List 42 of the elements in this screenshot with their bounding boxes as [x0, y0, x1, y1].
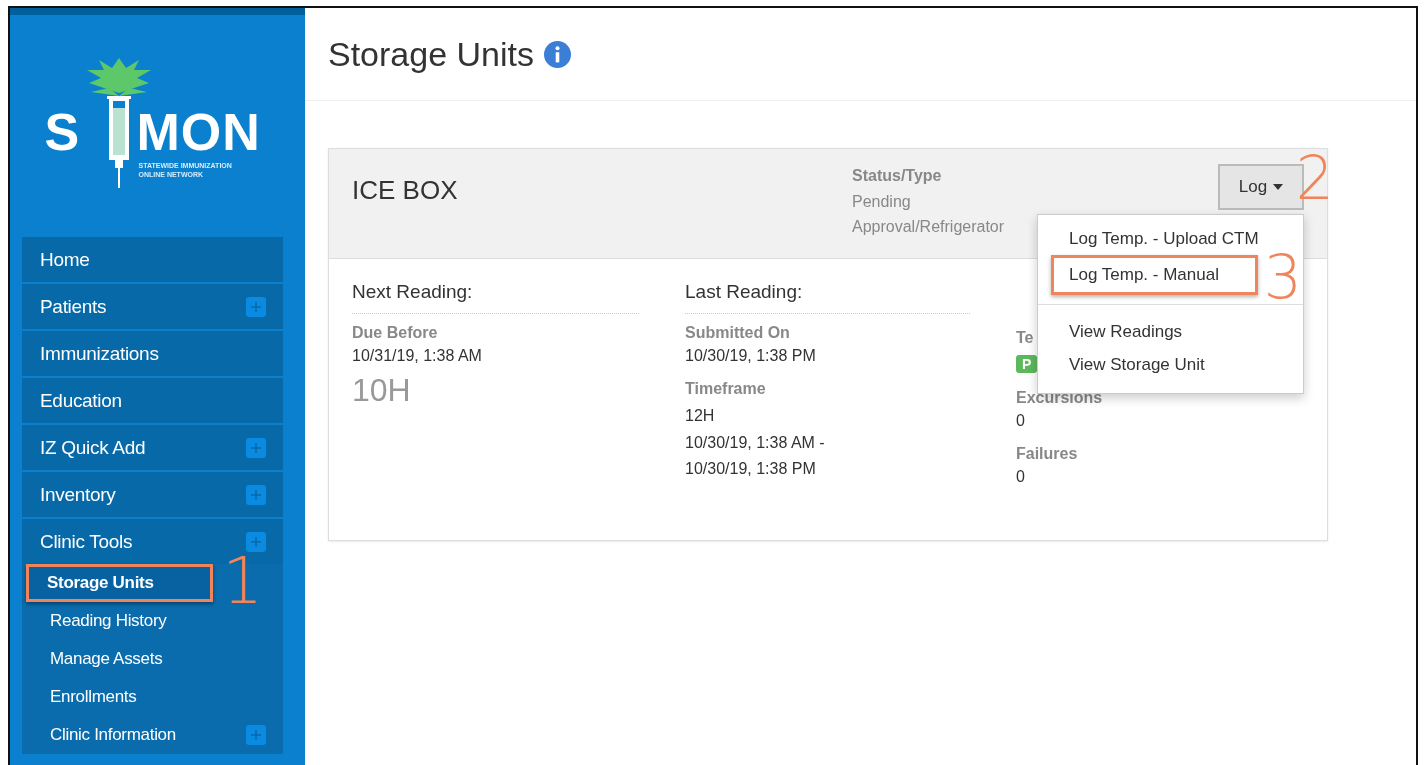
- plus-icon[interactable]: [246, 296, 266, 317]
- logo-text: S: [44, 106, 81, 158]
- plus-icon[interactable]: [246, 725, 266, 745]
- field-value: 10/30/19, 1:38 AM -: [685, 433, 826, 453]
- nav-subitem[interactable]: Clinic Information: [22, 716, 283, 754]
- nav-item[interactable]: Education: [22, 378, 283, 425]
- field-value: 10/30/19, 1:38 PM: [685, 346, 817, 366]
- field-value: 12H: [685, 406, 716, 426]
- info-icon[interactable]: [544, 40, 571, 68]
- nav-subitem[interactable]: Manage Assets: [22, 640, 283, 678]
- nav-subitem[interactable]: Storage Units: [26, 564, 213, 602]
- field-value: 0: [1016, 467, 1026, 487]
- field-label: Excursions: [1016, 389, 1103, 407]
- caret-icon: [1273, 184, 1284, 190]
- logo-text: MON: [136, 106, 261, 158]
- annotation-number: 3: [1263, 247, 1302, 307]
- nav-item[interactable]: IZ Quick Add: [22, 425, 283, 472]
- field-value: 10/30/19, 1:38 PM: [685, 459, 817, 479]
- plus-icon[interactable]: [246, 484, 266, 505]
- section-heading: Next Reading:: [352, 281, 639, 314]
- remaining-time: 10H: [352, 372, 412, 409]
- page-title: Storage Units: [328, 34, 534, 74]
- field-label: Submitted On: [685, 324, 790, 342]
- field-label: Te: [1016, 329, 1034, 347]
- nav-item[interactable]: Patients: [22, 284, 283, 331]
- field-value: 0: [1016, 411, 1026, 431]
- nav-item[interactable]: Immunizations: [22, 331, 283, 378]
- field-value: 10/31/19, 1:38 AM: [352, 346, 483, 366]
- plus-icon[interactable]: [246, 437, 266, 458]
- section-heading: Last Reading:: [685, 281, 970, 314]
- status-badge: P: [1016, 355, 1038, 373]
- nav-subitem[interactable]: Enrollments: [22, 678, 283, 716]
- field-label: Failures: [1016, 445, 1078, 463]
- status-value: Pending Approval/Refrigerator: [852, 192, 1006, 237]
- menu-item[interactable]: View Readings: [1038, 315, 1303, 348]
- nav-item[interactable]: Home: [22, 237, 283, 284]
- plus-icon[interactable]: [246, 531, 266, 552]
- field-label: Due Before: [352, 324, 438, 342]
- status-label: Status/Type: [852, 167, 942, 185]
- menu-item[interactable]: View Storage Unit: [1038, 348, 1303, 381]
- unit-name: ICE BOX: [352, 175, 459, 206]
- field-label: Timeframe: [685, 380, 766, 398]
